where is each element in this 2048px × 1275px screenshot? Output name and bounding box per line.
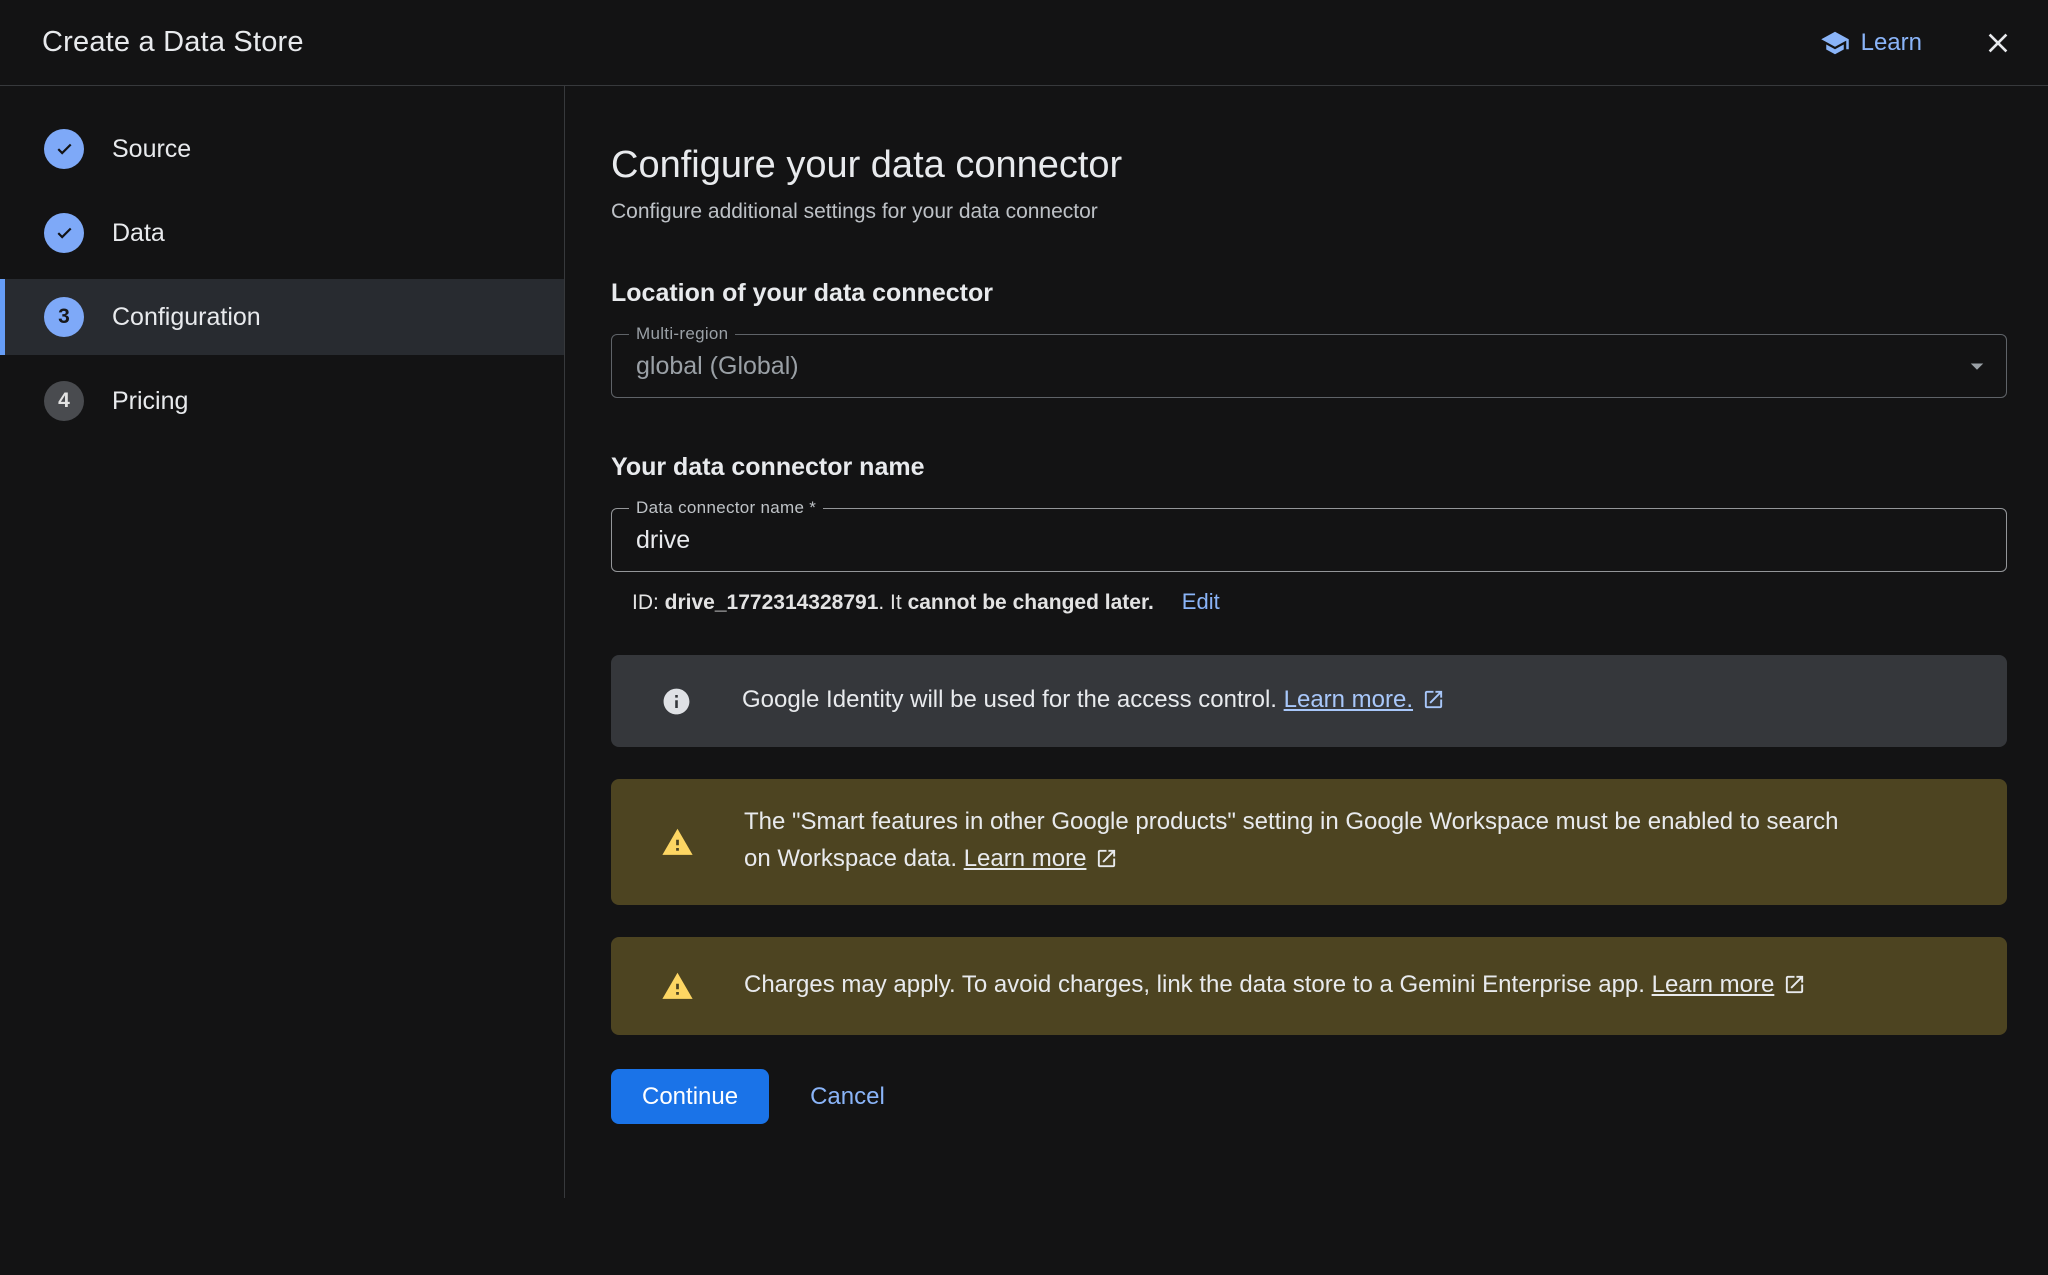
- warning-icon: [661, 970, 694, 1003]
- info-banner-text: Google Identity will be used for the acc…: [742, 686, 1284, 713]
- connector-id-value: drive_1772314328791: [665, 591, 879, 614]
- learn-label: Learn: [1861, 29, 1922, 57]
- create-data-store-dialog: Create a Data Store Learn Source: [0, 0, 2048, 1274]
- close-button[interactable]: [1978, 23, 2018, 63]
- dialog-body: Source Data 3 Configuration 4 Pricing: [0, 86, 2048, 1274]
- configuration-panel: Configure your data connector Configure …: [565, 86, 2007, 1274]
- dropdown-arrow-icon: [1962, 351, 1992, 381]
- identity-info-banner: Google Identity will be used for the acc…: [611, 655, 2007, 747]
- step-source[interactable]: Source: [0, 111, 564, 187]
- header-actions: Learn: [1820, 23, 2018, 63]
- step-number: 4: [58, 389, 70, 413]
- step-upcoming-circle: 4: [44, 381, 84, 421]
- step-label: Data: [112, 219, 165, 248]
- smart-features-warning-banner: The "Smart features in other Google prod…: [611, 779, 2007, 905]
- dialog-title: Create a Data Store: [42, 26, 304, 59]
- location-section-heading: Location of your data connector: [611, 279, 2007, 308]
- warning-learn-more-link[interactable]: Learn more: [964, 845, 1087, 872]
- page-subtitle: Configure additional settings for your d…: [611, 200, 2007, 224]
- step-configuration[interactable]: 3 Configuration: [0, 279, 564, 355]
- data-connector-name-label: Data connector name *: [629, 498, 823, 518]
- learn-link[interactable]: Learn: [1820, 28, 1922, 58]
- charges-warning-banner: Charges may apply. To avoid charges, lin…: [611, 937, 2007, 1035]
- helper-prefix: ID:: [632, 591, 665, 614]
- open-in-new-icon[interactable]: [1422, 685, 1445, 722]
- stepper-sidebar: Source Data 3 Configuration 4 Pricing: [0, 86, 565, 1198]
- helper-note: cannot be changed later.: [908, 591, 1154, 614]
- step-label: Pricing: [112, 387, 188, 416]
- step-label: Configuration: [112, 303, 261, 332]
- warning-banner-content: The "Smart features in other Google prod…: [744, 803, 1839, 881]
- check-icon: [53, 138, 76, 161]
- warning-learn-more-link[interactable]: Learn more: [1652, 971, 1775, 998]
- multi-region-value: global (Global): [636, 352, 799, 381]
- step-label: Source: [112, 135, 191, 164]
- data-connector-name-input[interactable]: [636, 526, 1982, 555]
- multi-region-label: Multi-region: [629, 324, 735, 344]
- continue-button[interactable]: Continue: [611, 1069, 769, 1124]
- info-banner-content: Google Identity will be used for the acc…: [742, 681, 1445, 722]
- connector-id-helper: ID: drive_1772314328791. It cannot be ch…: [611, 589, 2007, 615]
- step-data[interactable]: Data: [0, 195, 564, 271]
- dialog-header: Create a Data Store Learn: [0, 0, 2048, 86]
- info-icon: [661, 686, 692, 717]
- step-number: 3: [58, 305, 70, 329]
- warning-icon: [661, 826, 694, 859]
- data-connector-name-field: Data connector name *: [611, 508, 2007, 572]
- school-icon: [1820, 28, 1850, 58]
- open-in-new-icon[interactable]: [1783, 970, 1806, 1007]
- cancel-button[interactable]: Cancel: [810, 1083, 885, 1111]
- page-title: Configure your data connector: [611, 144, 2007, 187]
- helper-mid: . It: [878, 591, 907, 614]
- step-completed-circle: [44, 129, 84, 169]
- step-active-circle: 3: [44, 297, 84, 337]
- info-learn-more-link[interactable]: Learn more.: [1284, 686, 1413, 713]
- warning-banner-text: The "Smart features in other Google prod…: [744, 808, 1839, 872]
- check-icon: [53, 222, 76, 245]
- open-in-new-icon[interactable]: [1095, 844, 1118, 881]
- dialog-actions: Continue Cancel: [611, 1069, 2007, 1184]
- close-icon: [1982, 27, 2014, 59]
- step-pricing[interactable]: 4 Pricing: [0, 363, 564, 439]
- step-completed-circle: [44, 213, 84, 253]
- warning-banner-text: Charges may apply. To avoid charges, lin…: [744, 971, 1652, 998]
- edit-id-link[interactable]: Edit: [1182, 589, 1220, 614]
- name-section-heading: Your data connector name: [611, 453, 2007, 482]
- warning-banner-content: Charges may apply. To avoid charges, lin…: [744, 966, 1806, 1007]
- multi-region-select: Multi-region global (Global): [611, 334, 2007, 398]
